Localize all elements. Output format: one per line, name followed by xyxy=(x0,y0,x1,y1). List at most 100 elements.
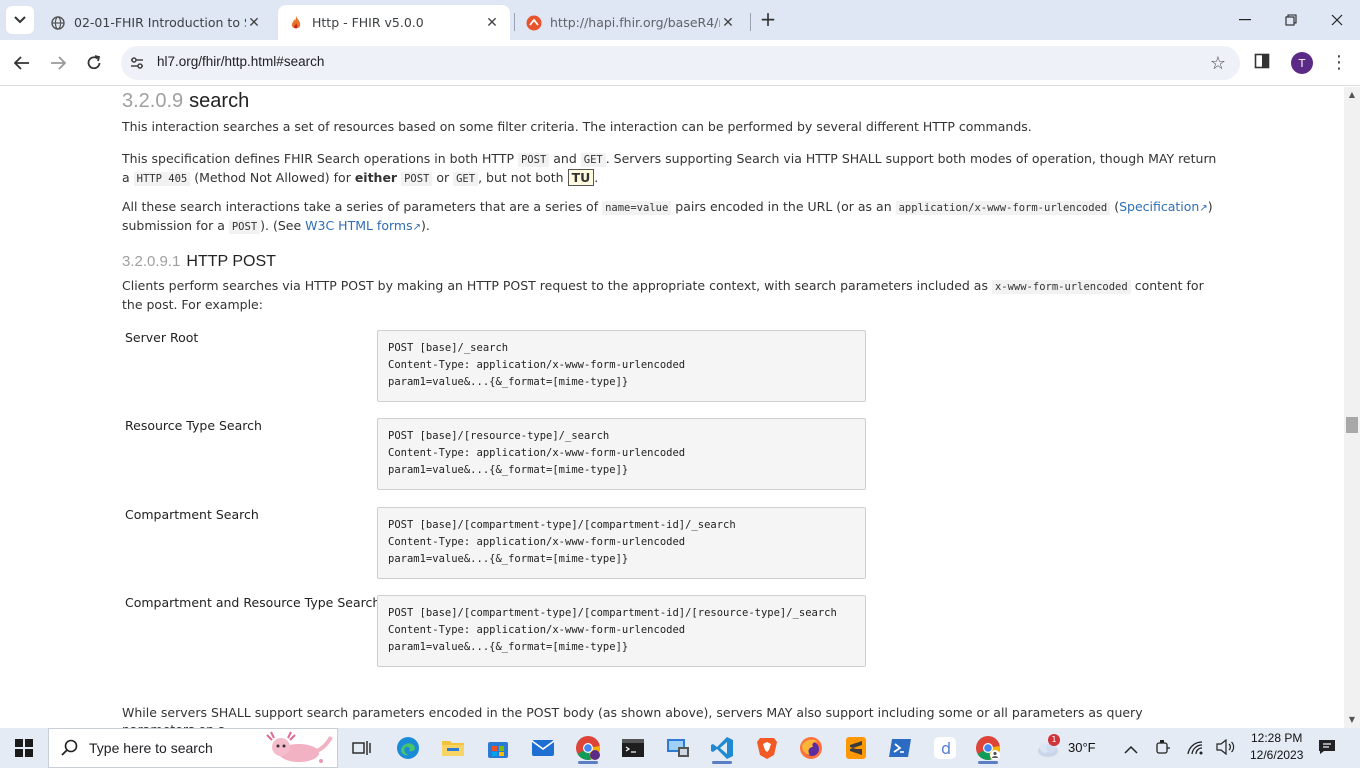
paragraph-parameters: All these search interactions take a ser… xyxy=(122,198,1217,236)
code-get: GET xyxy=(453,172,479,186)
code-name-value: name=value xyxy=(602,201,672,215)
side-panel-icon[interactable] xyxy=(1254,53,1276,73)
link-text[interactable]: W3C HTML forms xyxy=(305,218,412,233)
text: and xyxy=(549,151,581,166)
address-bar[interactable]: hl7.org/fhir/http.html#search ☆ xyxy=(121,46,1240,80)
tab-hapi-fhir[interactable]: http://hapi.fhir.org/baseR4/me ✕ xyxy=(516,5,746,40)
code-example-box: POST [base]/[resource-type]/_search Cont… xyxy=(377,418,866,490)
scroll-up-arrow-icon[interactable]: ▲ xyxy=(1344,87,1360,103)
code-line: param1=value&...{&_format=[mime-type]} xyxy=(388,641,629,653)
notifications-icon[interactable] xyxy=(1318,739,1336,759)
task-view-icon[interactable] xyxy=(346,732,378,764)
show-hidden-icons-chevron-icon[interactable] xyxy=(1124,740,1138,759)
tab-fhir-introduction[interactable]: 02-01-FHIR Introduction to Se ✕ xyxy=(40,5,272,40)
microsoft-store-icon[interactable] xyxy=(482,732,514,764)
site-settings-icon[interactable] xyxy=(129,55,145,75)
svg-text:d: d xyxy=(941,739,951,758)
link-text[interactable]: Specification xyxy=(1119,199,1199,214)
subsection-heading: 3.2.0.9.1 HTTP POST xyxy=(122,253,276,271)
tab-title: 02-01-FHIR Introduction to Se xyxy=(74,15,246,30)
close-tab-icon[interactable]: ✕ xyxy=(720,15,736,31)
forward-arrow-icon[interactable] xyxy=(44,49,72,77)
minimize-icon[interactable] xyxy=(1222,0,1268,40)
bold-either: either xyxy=(354,170,398,185)
external-link-icon: ↗ xyxy=(412,222,421,233)
tab-http-fhir[interactable]: Http - FHIR v5.0.0 ✕ xyxy=(278,5,510,40)
close-tab-icon[interactable]: ✕ xyxy=(484,15,500,31)
wifi-icon[interactable] xyxy=(1187,740,1205,759)
scroll-down-arrow-icon[interactable]: ▼ xyxy=(1344,712,1360,728)
close-tab-icon[interactable]: ✕ xyxy=(246,15,262,31)
trial-use-badge[interactable]: TU xyxy=(567,169,595,186)
bookmark-star-icon[interactable]: ☆ xyxy=(1210,53,1226,74)
mail-icon[interactable] xyxy=(527,732,559,764)
tab-search-chevron-icon[interactable] xyxy=(6,6,34,34)
subsection-title: HTTP POST xyxy=(186,253,276,270)
firefox-icon[interactable] xyxy=(795,732,827,764)
powershell-icon[interactable] xyxy=(884,732,916,764)
hapi-icon xyxy=(526,15,542,31)
chrome-icon[interactable] xyxy=(572,732,604,764)
taskbar-search-box[interactable]: Type here to search xyxy=(48,728,338,768)
tab-title: Http - FHIR v5.0.0 xyxy=(312,15,424,30)
edge-browser-icon[interactable] xyxy=(392,732,424,764)
paragraph-intro: This interaction searches a set of resou… xyxy=(122,119,1032,134)
page-scrollbar[interactable]: ▲ ▼ xyxy=(1344,87,1360,728)
reload-icon[interactable] xyxy=(80,49,108,77)
w3c-html-forms-link[interactable]: W3C HTML forms↗ xyxy=(305,218,421,233)
clock-date[interactable]: 12/6/2023 xyxy=(1250,748,1303,762)
axolotl-search-highlight-icon xyxy=(261,731,333,768)
paragraph-methods: This specification defines FHIR Search o… xyxy=(122,150,1217,188)
code-example-box: POST [base]/[compartment-type]/[compartm… xyxy=(377,595,866,667)
text: . xyxy=(594,170,599,185)
scrollbar-thumb[interactable] xyxy=(1346,417,1358,433)
restore-icon[interactable] xyxy=(1268,0,1314,40)
example-label: Compartment Search xyxy=(125,507,259,522)
windows-start-icon[interactable] xyxy=(8,732,40,764)
profile-avatar[interactable]: T xyxy=(1291,52,1313,74)
tab-title: http://hapi.fhir.org/baseR4/me xyxy=(550,15,720,30)
tab-strip: 02-01-FHIR Introduction to Se ✕ Http - F… xyxy=(0,0,1360,40)
weather-cloud-icon[interactable]: 1 xyxy=(1036,734,1060,760)
section-number: 3.2.0.9 xyxy=(122,90,184,112)
vscode-icon[interactable] xyxy=(706,732,738,764)
chrome-profile-icon[interactable] xyxy=(972,732,1004,764)
specification-link[interactable]: Specification↗ xyxy=(1119,199,1208,214)
code-post: POST xyxy=(228,220,261,234)
globe-icon xyxy=(50,15,66,31)
back-arrow-icon[interactable] xyxy=(8,49,36,77)
example-label: Compartment and Resource Type Search xyxy=(125,595,381,610)
terminal-icon[interactable] xyxy=(617,732,649,764)
new-tab-plus-icon[interactable]: + xyxy=(756,8,780,32)
more-options-icon[interactable]: ⋮ xyxy=(1330,51,1348,75)
search-placeholder: Type here to search xyxy=(89,740,213,756)
meet-now-icon[interactable] xyxy=(1155,739,1171,761)
text: pairs encoded in the URL (or as an xyxy=(671,199,896,214)
window-close-icon[interactable] xyxy=(1314,0,1360,40)
text: Clients perform searches via HTTP POST b… xyxy=(122,278,992,293)
windows-taskbar: Type here to search d 1 30°F 12:28 PM 12… xyxy=(0,728,1360,768)
remote-desktop-icon[interactable] xyxy=(662,732,694,764)
page-viewport: 3.2.0.9 search This interaction searches … xyxy=(0,87,1344,728)
text: ). xyxy=(420,218,430,233)
weather-badge: 1 xyxy=(1048,734,1060,746)
browser-toolbar: hl7.org/fhir/http.html#search ☆ T ⋮ xyxy=(0,40,1360,86)
example-label: Server Root xyxy=(125,330,199,345)
weather-temperature[interactable]: 30°F xyxy=(1068,740,1096,755)
brave-icon[interactable] xyxy=(751,732,783,764)
volume-icon[interactable] xyxy=(1216,738,1236,759)
active-app-indicator xyxy=(978,761,998,764)
active-app-indicator xyxy=(712,761,732,764)
code-line: param1=value&...{&_format=[mime-type]} xyxy=(388,376,629,388)
sublime-text-icon[interactable] xyxy=(840,732,872,764)
code-http-405: HTTP 405 xyxy=(133,172,191,186)
d-app-icon[interactable]: d xyxy=(929,732,961,764)
url-text[interactable]: hl7.org/fhir/http.html#search xyxy=(157,54,324,69)
tab-separator xyxy=(750,13,751,31)
text: ). (See xyxy=(260,218,306,233)
code-example-box: POST [base]/[compartment-type]/[compartm… xyxy=(377,507,866,579)
clock-time[interactable]: 12:28 PM xyxy=(1251,731,1302,745)
example-label: Resource Type Search xyxy=(125,418,262,433)
file-explorer-icon[interactable] xyxy=(437,732,469,764)
code-form-urlencoded: application/x-www-form-urlencoded xyxy=(895,201,1111,215)
